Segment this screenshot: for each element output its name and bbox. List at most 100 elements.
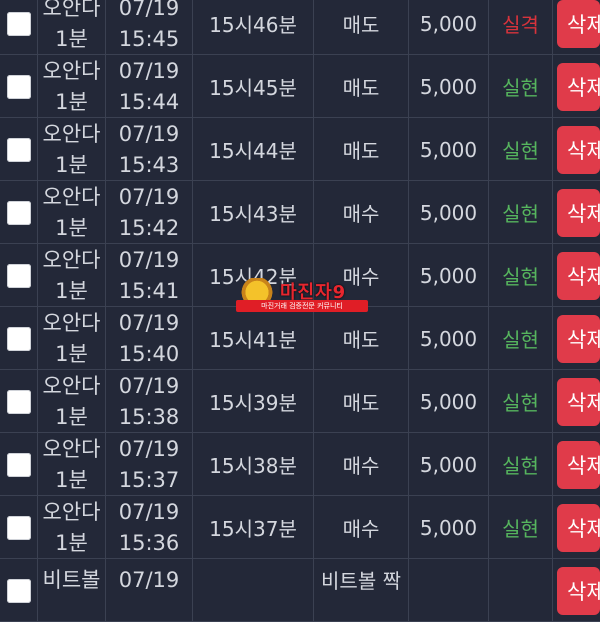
game-cell: 오안다 1분 bbox=[38, 370, 106, 433]
bet-time: 15:45 bbox=[118, 26, 180, 51]
row-checkbox[interactable] bbox=[6, 200, 31, 225]
datetime-cell: 07/19 15:42 bbox=[106, 181, 193, 244]
bet-time: 15:43 bbox=[118, 152, 180, 177]
game-name: 오안다 bbox=[42, 436, 101, 461]
bet-time: 15:38 bbox=[118, 404, 180, 429]
bet-type-cell: 매도 bbox=[314, 0, 409, 55]
row-checkbox[interactable] bbox=[6, 452, 31, 477]
result-cell: 실현 bbox=[489, 307, 553, 370]
row-checkbox[interactable] bbox=[6, 515, 31, 540]
bet-type-cell: 매도 bbox=[314, 118, 409, 181]
datetime-cell: 07/19 15:37 bbox=[106, 433, 193, 496]
game-cell: 오안다 1분 bbox=[38, 244, 106, 307]
row-checkbox[interactable] bbox=[6, 326, 31, 351]
bet-type-cell: 매수 bbox=[314, 181, 409, 244]
row-select-cell bbox=[0, 496, 38, 559]
amount-cell: 5,000 bbox=[409, 433, 489, 496]
bet-time: 15:41 bbox=[118, 278, 180, 303]
table-row: 오안다 1분 07/19 15:44 15시45분 매도 5,000 실현 삭제 bbox=[0, 55, 600, 118]
bet-date: 07/19 bbox=[118, 568, 180, 592]
row-select-cell bbox=[0, 244, 38, 307]
row-select-cell bbox=[0, 307, 38, 370]
game-cell: 오안다 1분 bbox=[38, 181, 106, 244]
watermark: 마진자9 마진거래 검증전문 커뮤니티 bbox=[236, 278, 370, 314]
result-cell: 실현 bbox=[489, 181, 553, 244]
row-checkbox[interactable] bbox=[6, 11, 31, 36]
action-cell: 삭제 bbox=[553, 496, 600, 559]
result-cell: 실현 bbox=[489, 55, 553, 118]
result-cell: 실현 bbox=[489, 433, 553, 496]
bet-date: 07/19 bbox=[118, 121, 180, 146]
amount-cell: 5,000 bbox=[409, 118, 489, 181]
bet-date: 07/19 bbox=[118, 247, 180, 272]
delete-button[interactable]: 삭제 bbox=[557, 377, 600, 426]
amount-cell: 5,000 bbox=[409, 496, 489, 559]
table-row: 오안다 1분 07/19 15:45 15시46분 매도 5,000 실격 삭제 bbox=[0, 0, 600, 55]
bet-type-cell: 매수 bbox=[314, 433, 409, 496]
result-cell: 실현 bbox=[489, 370, 553, 433]
game-cell: 오안다 1분 bbox=[38, 496, 106, 559]
row-checkbox[interactable] bbox=[6, 74, 31, 99]
game-interval: 1분 bbox=[55, 467, 88, 492]
game-name: 오안다 bbox=[42, 310, 101, 335]
row-checkbox[interactable] bbox=[6, 137, 31, 162]
action-cell: 삭제 bbox=[553, 559, 600, 622]
table-row: 오안다 1분 07/19 15:40 15시41분 매도 5,000 실현 삭제 bbox=[0, 307, 600, 370]
bet-time: 15:40 bbox=[118, 341, 180, 366]
game-interval: 1분 bbox=[55, 341, 88, 366]
result-cell: 실격 bbox=[489, 0, 553, 55]
datetime-cell: 07/19 15:44 bbox=[106, 55, 193, 118]
bet-time: 15:36 bbox=[118, 530, 180, 555]
table-row: 비트볼 07/19 비트볼 짝 삭제 bbox=[0, 559, 600, 622]
row-select-cell bbox=[0, 181, 38, 244]
game-cell: 오안다 1분 bbox=[38, 0, 106, 55]
game-interval: 1분 bbox=[55, 26, 88, 51]
round-cell: 15시41분 bbox=[193, 307, 314, 370]
bet-date: 07/19 bbox=[118, 0, 180, 20]
watermark-tagline: 마진거래 검증전문 커뮤니티 bbox=[236, 300, 368, 312]
table-row: 오안다 1분 07/19 15:36 15시37분 매수 5,000 실현 삭제 bbox=[0, 496, 600, 559]
delete-button[interactable]: 삭제 bbox=[557, 125, 600, 174]
datetime-cell: 07/19 15:40 bbox=[106, 307, 193, 370]
row-checkbox[interactable] bbox=[6, 578, 31, 603]
action-cell: 삭제 bbox=[553, 181, 600, 244]
row-select-cell bbox=[0, 370, 38, 433]
amount-cell: 5,000 bbox=[409, 307, 489, 370]
row-select-cell bbox=[0, 433, 38, 496]
amount-cell: 5,000 bbox=[409, 244, 489, 307]
row-checkbox[interactable] bbox=[6, 263, 31, 288]
bet-date: 07/19 bbox=[118, 373, 180, 398]
bet-date: 07/19 bbox=[118, 499, 180, 524]
game-interval: 1분 bbox=[55, 152, 88, 177]
delete-button[interactable]: 삭제 bbox=[557, 440, 600, 489]
table-row: 오안다 1분 07/19 15:42 15시43분 매수 5,000 실현 삭제 bbox=[0, 181, 600, 244]
row-checkbox[interactable] bbox=[6, 389, 31, 414]
result-cell: 실현 bbox=[489, 118, 553, 181]
delete-button[interactable]: 삭제 bbox=[557, 0, 600, 48]
delete-button[interactable]: 삭제 bbox=[557, 503, 600, 552]
bet-date: 07/19 bbox=[118, 436, 180, 461]
row-select-cell bbox=[0, 118, 38, 181]
game-interval: 1분 bbox=[55, 89, 88, 114]
datetime-cell: 07/19 15:41 bbox=[106, 244, 193, 307]
row-select-cell bbox=[0, 559, 38, 622]
round-cell: 15시46분 bbox=[193, 0, 314, 55]
table-row: 오안다 1분 07/19 15:37 15시38분 매수 5,000 실현 삭제 bbox=[0, 433, 600, 496]
datetime-cell: 07/19 15:43 bbox=[106, 118, 193, 181]
delete-button[interactable]: 삭제 bbox=[557, 251, 600, 300]
game-interval: 1분 bbox=[55, 278, 88, 303]
row-select-cell bbox=[0, 55, 38, 118]
delete-button[interactable]: 삭제 bbox=[557, 62, 600, 111]
round-cell: 15시39분 bbox=[193, 370, 314, 433]
delete-button[interactable]: 삭제 bbox=[557, 566, 600, 615]
game-name: 오안다 bbox=[42, 499, 101, 524]
amount-cell: 5,000 bbox=[409, 181, 489, 244]
action-cell: 삭제 bbox=[553, 0, 600, 55]
game-interval: 1분 bbox=[55, 215, 88, 240]
action-cell: 삭제 bbox=[553, 118, 600, 181]
game-cell: 오안다 1분 bbox=[38, 433, 106, 496]
amount-cell: 5,000 bbox=[409, 55, 489, 118]
delete-button[interactable]: 삭제 bbox=[557, 314, 600, 363]
game-cell: 오안다 1분 bbox=[38, 307, 106, 370]
delete-button[interactable]: 삭제 bbox=[557, 188, 600, 237]
